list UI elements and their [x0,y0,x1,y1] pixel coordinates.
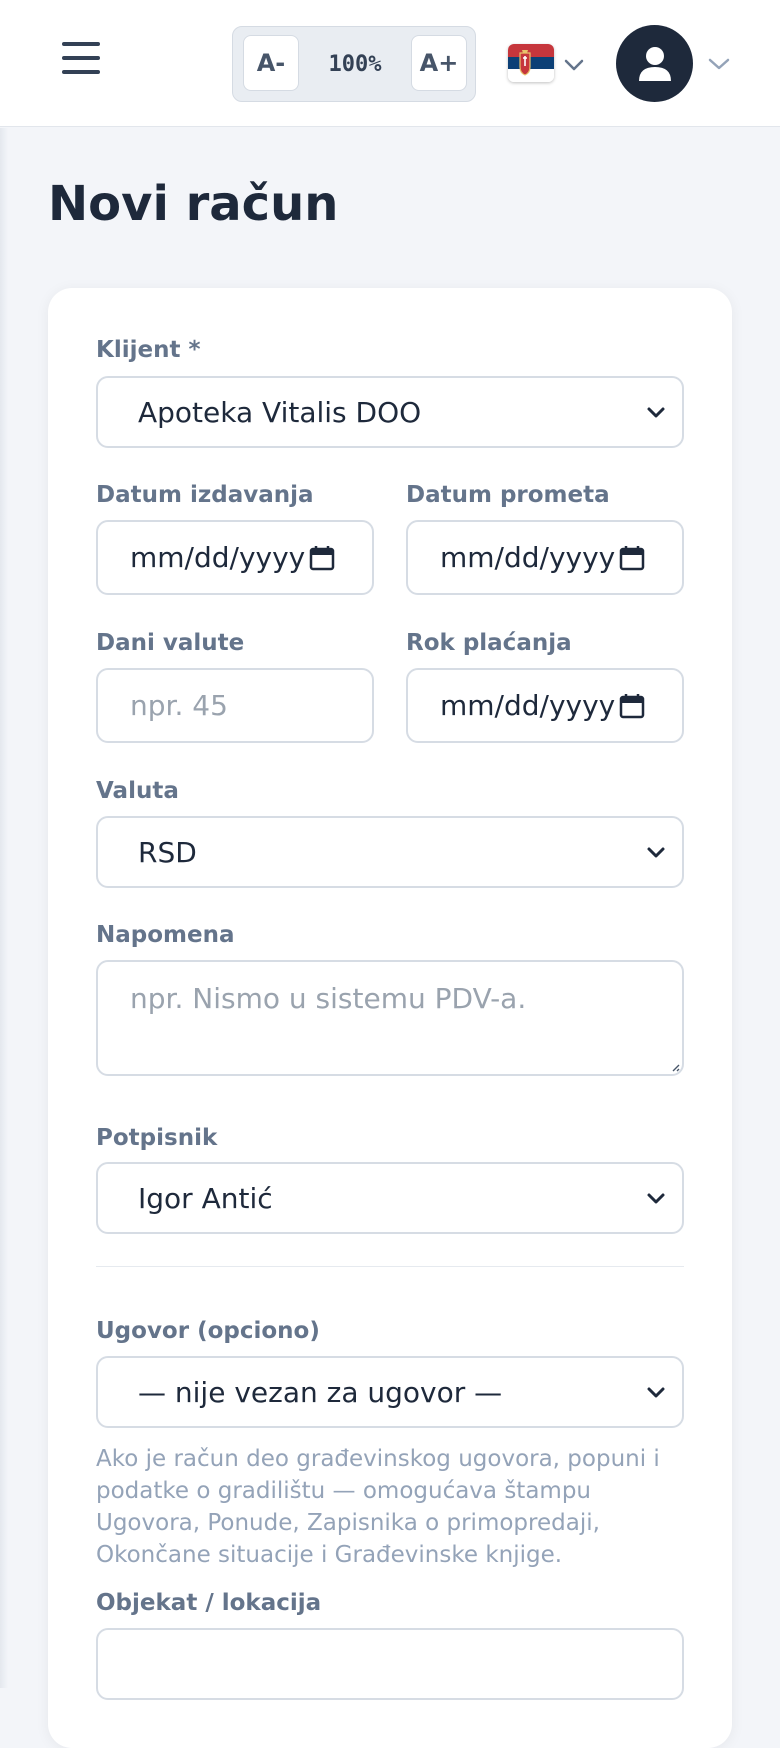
signatory-label: Potpisnik [96,1125,218,1151]
note-textarea[interactable]: npr. Nismo u sistemu PDV-a. [96,960,684,1076]
contract-label: Ugovor (opciono) [96,1318,320,1344]
value-days-placeholder: npr. 45 [130,689,228,722]
sidebar-edge [0,128,8,1688]
chevron-down-icon [647,1193,665,1204]
object-location-input[interactable] [96,1628,684,1700]
user-icon [638,46,671,81]
zoom-decrease-button[interactable]: A- [243,35,299,91]
calendar-icon[interactable] [619,693,645,719]
client-select[interactable]: Apoteka Vitalis DOO [96,376,684,448]
top-bar: A- 100% A+ [0,0,780,127]
issue-date-label: Datum izdavanja [96,482,314,508]
due-date-input[interactable]: mm/dd/yyyy [406,668,684,743]
turnover-date-input[interactable]: mm/dd/yyyy [406,520,684,595]
chevron-down-icon [647,847,665,858]
issue-date-value: mm/dd/yyyy [130,541,306,574]
zoom-increase-button[interactable]: A+ [411,35,467,91]
calendar-icon[interactable] [619,545,645,571]
client-label: Klijent * [96,337,201,363]
turnover-date-label: Datum prometa [406,482,610,508]
currency-label: Valuta [96,778,179,804]
chevron-down-icon [647,1387,665,1398]
chevron-down-icon [647,407,665,418]
note-placeholder: npr. Nismo u sistemu PDV-a. [130,982,527,1015]
signatory-select-value: Igor Antić [138,1181,273,1215]
object-location-label: Objekat / lokacija [96,1590,322,1616]
serbia-flag-icon [508,44,554,82]
user-avatar[interactable] [616,25,693,102]
calendar-icon[interactable] [309,545,335,571]
contract-hint: Ako je račun deo građevinskog ugovora, p… [96,1446,660,1568]
due-date-label: Rok plaćanja [406,630,572,656]
issue-date-input[interactable]: mm/dd/yyyy [96,520,374,595]
resize-handle-icon[interactable] [670,1062,680,1072]
text-zoom-control: A- 100% A+ [232,26,476,102]
client-select-value: Apoteka Vitalis DOO [138,395,422,429]
note-label: Napomena [96,922,235,948]
signatory-select[interactable]: Igor Antić [96,1162,684,1234]
currency-select[interactable]: RSD [96,816,684,888]
currency-select-value: RSD [138,835,197,869]
contract-select-value: — nije vezan za ugovor — [138,1375,503,1409]
due-date-value: mm/dd/yyyy [440,689,616,722]
section-divider [96,1266,684,1267]
value-days-input[interactable]: npr. 45 [96,668,374,743]
chevron-down-icon [564,59,584,71]
contract-select[interactable]: — nije vezan za ugovor — [96,1356,684,1428]
menu-icon[interactable] [62,42,100,74]
user-menu-chevron-icon[interactable] [708,57,730,71]
value-days-label: Dani valute [96,630,245,656]
page-title: Novi račun [48,176,339,232]
language-selector[interactable] [508,44,588,84]
zoom-level: 100% [328,51,382,77]
turnover-date-value: mm/dd/yyyy [440,541,616,574]
